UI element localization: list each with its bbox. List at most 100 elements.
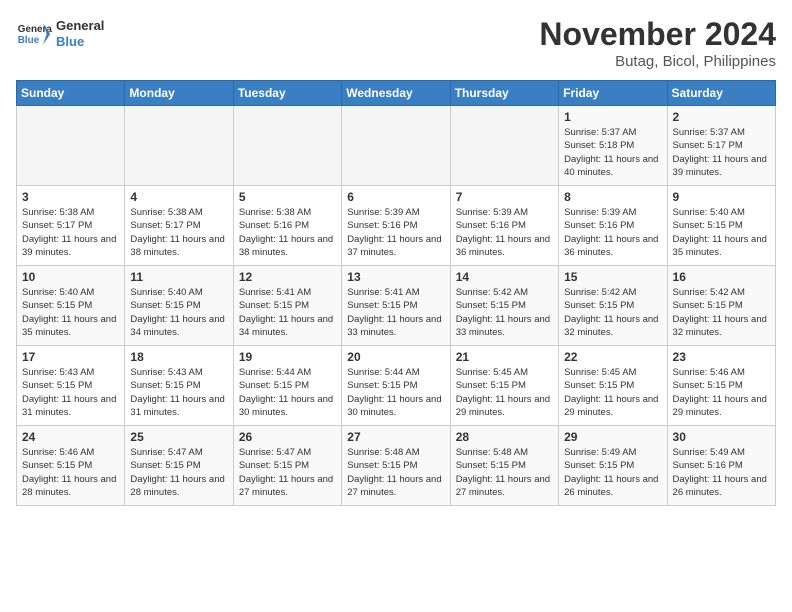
day-number: 5: [239, 190, 336, 204]
title-area: November 2024 Butag, Bicol, Philippines: [539, 16, 776, 70]
day-info: Sunrise: 5:45 AMSunset: 5:15 PMDaylight:…: [456, 366, 553, 419]
calendar-cell: 10 Sunrise: 5:40 AMSunset: 5:15 PMDayligh…: [17, 266, 125, 346]
calendar-cell: 26Sunrise: 5:47 AMSunset: 5:15 PMDayligh…: [233, 426, 341, 506]
day-header-saturday: Saturday: [667, 81, 775, 106]
calendar-cell: 13 Sunrise: 5:41 AMSunset: 5:15 PMDayligh…: [342, 266, 450, 346]
day-number: 25: [130, 430, 227, 444]
day-info: Sunrise: 5:37 AMSunset: 5:17 PMDaylight:…: [673, 126, 770, 179]
logo-text: General Blue: [56, 18, 104, 49]
calendar-cell: 20 Sunrise: 5:44 AMSunset: 5:15 PMDayligh…: [342, 346, 450, 426]
calendar-cell: 14 Sunrise: 5:42 AMSunset: 5:15 PMDayligh…: [450, 266, 558, 346]
calendar-cell: 28 Sunrise: 5:48 AMSunset: 5:15 PMDayligh…: [450, 426, 558, 506]
day-number: 29: [564, 430, 661, 444]
day-info: Sunrise: 5:47 AMSunset: 5:15 PMDaylight:…: [130, 446, 227, 499]
day-number: 6: [347, 190, 444, 204]
location-title: Butag, Bicol, Philippines: [539, 53, 776, 70]
calendar-cell: [342, 106, 450, 186]
day-header-tuesday: Tuesday: [233, 81, 341, 106]
day-number: 1: [564, 110, 661, 124]
day-info: Sunrise: 5:45 AMSunset: 5:15 PMDaylight:…: [564, 366, 661, 419]
calendar-cell: 18Sunrise: 5:43 AMSunset: 5:15 PMDayligh…: [125, 346, 233, 426]
day-header-thursday: Thursday: [450, 81, 558, 106]
day-number: 28: [456, 430, 553, 444]
day-number: 4: [130, 190, 227, 204]
calendar-cell: 24Sunrise: 5:46 AMSunset: 5:15 PMDayligh…: [17, 426, 125, 506]
calendar-week-3: 10 Sunrise: 5:40 AMSunset: 5:15 PMDayligh…: [17, 266, 776, 346]
day-info: Sunrise: 5:38 AMSunset: 5:17 PMDaylight:…: [130, 206, 227, 259]
day-number: 23: [673, 350, 770, 364]
day-info: Sunrise: 5:37 AMSunset: 5:18 PMDaylight:…: [564, 126, 661, 179]
day-info: Sunrise: 5:44 AMSunset: 5:15 PMDaylight:…: [347, 366, 444, 419]
day-info: Sunrise: 5:48 AMSunset: 5:15 PMDaylight:…: [347, 446, 444, 499]
day-number: 19: [239, 350, 336, 364]
calendar-week-4: 17 Sunrise: 5:43 AMSunset: 5:15 PMDayligh…: [17, 346, 776, 426]
day-info: Sunrise: 5:42 AMSunset: 5:15 PMDaylight:…: [673, 286, 770, 339]
calendar-cell: [450, 106, 558, 186]
day-number: 15: [564, 270, 661, 284]
day-info: Sunrise: 5:42 AMSunset: 5:15 PMDaylight:…: [564, 286, 661, 339]
day-number: 30: [673, 430, 770, 444]
day-number: 8: [564, 190, 661, 204]
calendar-cell: 3 Sunrise: 5:38 AMSunset: 5:17 PMDaylight…: [17, 186, 125, 266]
calendar-header-row: SundayMondayTuesdayWednesdayThursdayFrid…: [17, 81, 776, 106]
day-info: Sunrise: 5:40 AMSunset: 5:15 PMDaylight:…: [130, 286, 227, 339]
day-info: Sunrise: 5:49 AMSunset: 5:16 PMDaylight:…: [673, 446, 770, 499]
month-title: November 2024: [539, 16, 776, 53]
calendar-cell: 22 Sunrise: 5:45 AMSunset: 5:15 PMDayligh…: [559, 346, 667, 426]
day-info: Sunrise: 5:39 AMSunset: 5:16 PMDaylight:…: [564, 206, 661, 259]
calendar-cell: 5 Sunrise: 5:38 AMSunset: 5:16 PMDaylight…: [233, 186, 341, 266]
day-number: 20: [347, 350, 444, 364]
calendar-cell: 17 Sunrise: 5:43 AMSunset: 5:15 PMDayligh…: [17, 346, 125, 426]
day-info: Sunrise: 5:40 AMSunset: 5:15 PMDaylight:…: [673, 206, 770, 259]
day-number: 3: [22, 190, 119, 204]
day-number: 22: [564, 350, 661, 364]
day-info: Sunrise: 5:46 AMSunset: 5:15 PMDaylight:…: [673, 366, 770, 419]
day-number: 12: [239, 270, 336, 284]
header: General Blue General Blue November 2024 …: [16, 16, 776, 70]
calendar-cell: 4 Sunrise: 5:38 AMSunset: 5:17 PMDaylight…: [125, 186, 233, 266]
calendar-cell: 15 Sunrise: 5:42 AMSunset: 5:15 PMDayligh…: [559, 266, 667, 346]
calendar-cell: 27 Sunrise: 5:48 AMSunset: 5:15 PMDayligh…: [342, 426, 450, 506]
calendar-cell: [17, 106, 125, 186]
day-number: 14: [456, 270, 553, 284]
calendar-body: 1 Sunrise: 5:37 AMSunset: 5:18 PMDaylight…: [17, 106, 776, 506]
logo-icon: General Blue: [16, 16, 52, 52]
logo: General Blue General Blue: [16, 16, 104, 52]
day-number: 26: [239, 430, 336, 444]
calendar-week-2: 3 Sunrise: 5:38 AMSunset: 5:17 PMDaylight…: [17, 186, 776, 266]
day-number: 17: [22, 350, 119, 364]
calendar-cell: 30 Sunrise: 5:49 AMSunset: 5:16 PMDayligh…: [667, 426, 775, 506]
day-number: 27: [347, 430, 444, 444]
calendar-cell: [233, 106, 341, 186]
day-info: Sunrise: 5:42 AMSunset: 5:15 PMDaylight:…: [456, 286, 553, 339]
day-number: 18: [130, 350, 227, 364]
calendar-cell: 6Sunrise: 5:39 AMSunset: 5:16 PMDaylight…: [342, 186, 450, 266]
calendar-cell: 7Sunrise: 5:39 AMSunset: 5:16 PMDaylight…: [450, 186, 558, 266]
day-info: Sunrise: 5:44 AMSunset: 5:15 PMDaylight:…: [239, 366, 336, 419]
day-info: Sunrise: 5:48 AMSunset: 5:15 PMDaylight:…: [456, 446, 553, 499]
calendar-cell: 12Sunrise: 5:41 AMSunset: 5:15 PMDayligh…: [233, 266, 341, 346]
day-number: 2: [673, 110, 770, 124]
calendar-week-5: 24Sunrise: 5:46 AMSunset: 5:15 PMDayligh…: [17, 426, 776, 506]
day-number: 10: [22, 270, 119, 284]
day-info: Sunrise: 5:39 AMSunset: 5:16 PMDaylight:…: [456, 206, 553, 259]
calendar-cell: 1 Sunrise: 5:37 AMSunset: 5:18 PMDaylight…: [559, 106, 667, 186]
day-number: 21: [456, 350, 553, 364]
calendar-week-1: 1 Sunrise: 5:37 AMSunset: 5:18 PMDaylight…: [17, 106, 776, 186]
calendar-cell: [125, 106, 233, 186]
calendar-cell: 2 Sunrise: 5:37 AMSunset: 5:17 PMDaylight…: [667, 106, 775, 186]
day-header-wednesday: Wednesday: [342, 81, 450, 106]
day-info: Sunrise: 5:38 AMSunset: 5:17 PMDaylight:…: [22, 206, 119, 259]
day-number: 13: [347, 270, 444, 284]
calendar-cell: 11Sunrise: 5:40 AMSunset: 5:15 PMDayligh…: [125, 266, 233, 346]
day-header-monday: Monday: [125, 81, 233, 106]
day-info: Sunrise: 5:40 AMSunset: 5:15 PMDaylight:…: [22, 286, 119, 339]
day-info: Sunrise: 5:38 AMSunset: 5:16 PMDaylight:…: [239, 206, 336, 259]
day-info: Sunrise: 5:41 AMSunset: 5:15 PMDaylight:…: [347, 286, 444, 339]
calendar-cell: 8 Sunrise: 5:39 AMSunset: 5:16 PMDaylight…: [559, 186, 667, 266]
calendar-cell: 25 Sunrise: 5:47 AMSunset: 5:15 PMDayligh…: [125, 426, 233, 506]
calendar-cell: 29Sunrise: 5:49 AMSunset: 5:15 PMDayligh…: [559, 426, 667, 506]
svg-text:Blue: Blue: [18, 35, 40, 46]
day-header-friday: Friday: [559, 81, 667, 106]
day-info: Sunrise: 5:43 AMSunset: 5:15 PMDaylight:…: [22, 366, 119, 419]
